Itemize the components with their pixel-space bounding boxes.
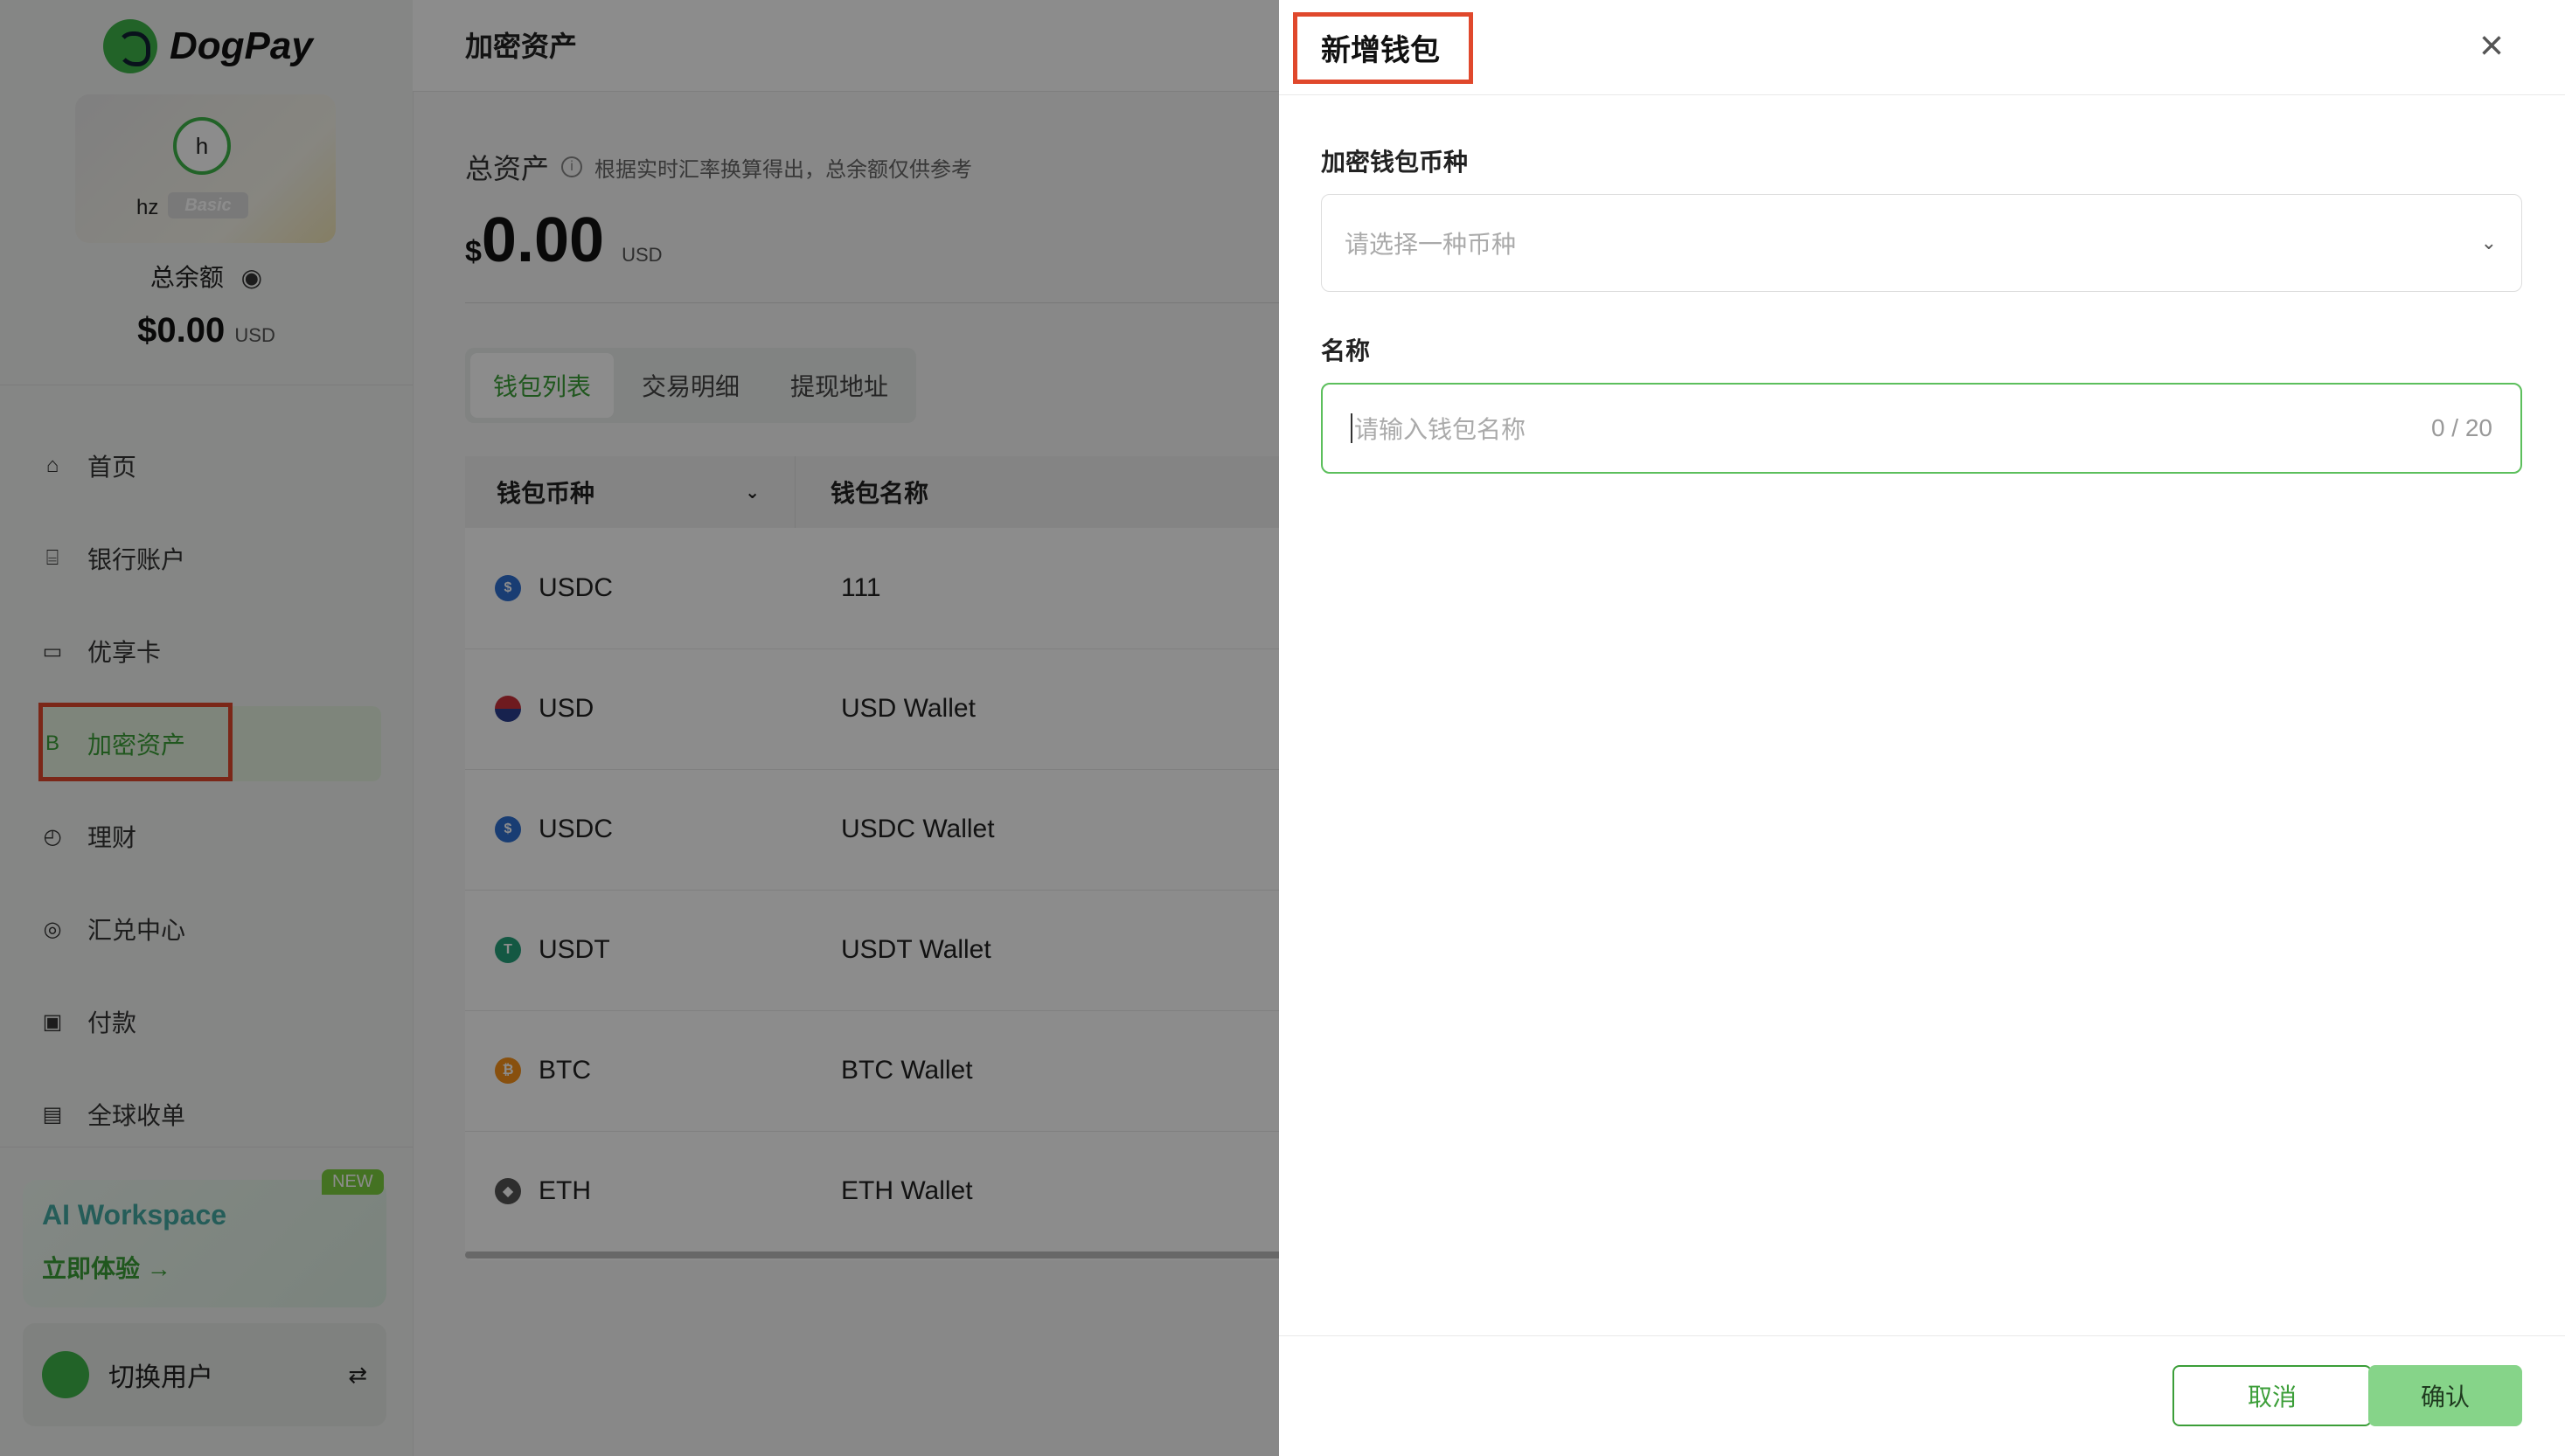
drawer-footer-divider [1279, 1335, 2565, 1336]
chevron-down-icon: ⌄ [2480, 232, 2497, 253]
add-wallet-drawer: 新增钱包 × 加密钱包币种 请选择一种币种 ⌄ 名称 请输入钱包名称 0 / 2… [1279, 0, 2565, 1456]
confirm-button[interactable]: 确认 [2368, 1365, 2522, 1426]
currency-field-label: 加密钱包币种 [1321, 149, 1469, 176]
modal-overlay[interactable] [0, 0, 1279, 1456]
wallet-name-placeholder: 请输入钱包名称 [1354, 416, 1526, 443]
char-counter: 0 / 20 [2430, 414, 2492, 441]
currency-select-placeholder: 请选择一种币种 [1345, 231, 1517, 258]
close-icon[interactable]: × [2470, 24, 2513, 68]
name-field-label: 名称 [1321, 337, 1371, 364]
highlight-box-title [1293, 12, 1473, 84]
cancel-button[interactable]: 取消 [2172, 1365, 2372, 1426]
drawer-header: 新增钱包 × [1279, 0, 2565, 95]
text-caret [1351, 413, 1352, 443]
wallet-name-input[interactable]: 请输入钱包名称 0 / 20 [1321, 383, 2522, 474]
currency-select[interactable]: 请选择一种币种 ⌄ [1321, 194, 2522, 292]
